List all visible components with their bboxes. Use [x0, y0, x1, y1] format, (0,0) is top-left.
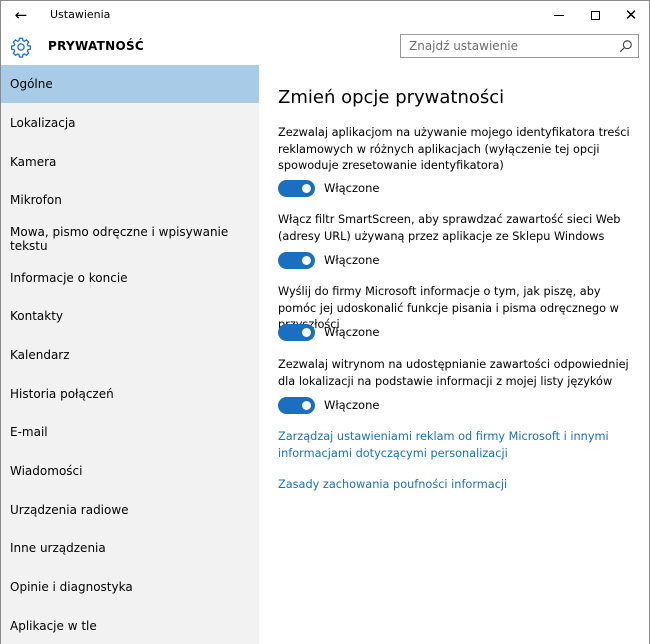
- sidebar-item-kalendarz[interactable]: Kalendarz: [1, 336, 259, 374]
- setting-advertising-id: Włączone: [278, 179, 379, 197]
- sidebar-item-label: Mikrofon: [10, 193, 62, 207]
- settings-window: ← Ustawienia ✕ PRYWATNOŚĆ Znajdź ustawie…: [0, 0, 650, 644]
- gear-icon: [11, 37, 31, 58]
- main-content: Zmień opcje prywatności Zezwalaj aplikac…: [259, 65, 649, 644]
- back-button[interactable]: ←: [7, 3, 35, 27]
- setting-language-list: Włączone: [278, 396, 379, 414]
- sidebar-item-label: Opinie i diagnostyka: [10, 580, 133, 594]
- maximize-icon: [590, 10, 600, 20]
- sidebar-item-label: Mowa, pismo odręczne i wpisywanie tekstu: [10, 225, 229, 253]
- search-box[interactable]: [400, 34, 639, 58]
- sidebar-item-wiadomosci[interactable]: Wiadomości: [1, 452, 259, 490]
- sidebar-item-label: Kontakty: [10, 309, 64, 323]
- toggle-state-label: Włączone: [324, 253, 380, 267]
- toggle-state-label: Włączone: [324, 181, 380, 195]
- sidebar-item-kontakty[interactable]: Kontakty: [1, 297, 259, 335]
- search-input[interactable]: [401, 35, 611, 57]
- setting-smartscreen: Włączone: [278, 251, 379, 269]
- close-icon: ✕: [624, 5, 638, 24]
- content-title: Zmień opcje prywatności: [278, 87, 505, 108]
- sidebar-item-opinie-i-diagnostyka[interactable]: Opinie i diagnostyka: [1, 568, 259, 606]
- back-arrow-icon: ←: [14, 6, 28, 24]
- minimize-button[interactable]: [541, 1, 577, 29]
- toggle-switch-smartscreen[interactable]: [278, 251, 315, 269]
- close-button[interactable]: ✕: [613, 1, 649, 29]
- setting-description-advertising-id: Zezwalaj aplikacjom na używanie mojego i…: [278, 126, 630, 172]
- sidebar: Ogólne Lokalizacja Kamera Mikrofon Mowa,…: [1, 65, 259, 644]
- search-icon[interactable]: [619, 39, 633, 53]
- title-bar: ← Ustawienia ✕: [1, 1, 649, 29]
- sidebar-item-kamera[interactable]: Kamera: [1, 143, 259, 181]
- setting-typing-info: Włączone: [278, 323, 379, 341]
- sidebar-item-label: Kamera: [10, 155, 57, 169]
- sidebar-item-label: Inne urządzenia: [10, 541, 106, 555]
- setting-description-language-list: Zezwalaj witrynom na udostępnianie zawar…: [278, 358, 629, 388]
- sidebar-item-inne-urzadzenia[interactable]: Inne urządzenia: [1, 529, 259, 567]
- sidebar-item-urzadzenia-radiowe[interactable]: Urządzenia radiowe: [1, 491, 259, 529]
- setting-description-smartscreen: Włącz filtr SmartScreen, aby sprawdzać z…: [278, 213, 621, 243]
- toggle-state-label: Włączone: [324, 325, 380, 339]
- page-header: PRYWATNOŚĆ: [1, 29, 649, 65]
- sidebar-item-email[interactable]: E-mail: [1, 413, 259, 451]
- manage-ads-link[interactable]: Zarządzaj ustawieniami reklam od firmy M…: [278, 429, 638, 462]
- sidebar-item-label: Kalendarz: [10, 348, 70, 362]
- toggle-knob: [302, 400, 311, 410]
- sidebar-item-lokalizacja[interactable]: Lokalizacja: [1, 104, 259, 142]
- minimize-icon: [554, 14, 564, 16]
- toggle-knob: [302, 183, 311, 193]
- sidebar-item-mowa[interactable]: Mowa, pismo odręczne i wpisywanie tekstu: [1, 220, 259, 258]
- sidebar-item-label: Aplikacje w tle: [10, 619, 97, 633]
- toggle-knob: [302, 255, 311, 265]
- app-title: Ustawienia: [50, 8, 111, 21]
- sidebar-item-ogolne[interactable]: Ogólne: [1, 65, 259, 103]
- privacy-statement-link[interactable]: Zasady zachowania poufności informacji: [278, 477, 638, 494]
- sidebar-item-informacje-o-koncie[interactable]: Informacje o koncie: [1, 259, 259, 297]
- maximize-button[interactable]: [577, 1, 613, 29]
- page-title: PRYWATNOŚĆ: [48, 39, 144, 53]
- toggle-switch-advertising-id[interactable]: [278, 179, 315, 197]
- sidebar-item-label: Historia połączeń: [10, 387, 114, 401]
- sidebar-item-label: Wiadomości: [10, 464, 83, 478]
- sidebar-item-historia-polaczen[interactable]: Historia połączeń: [1, 375, 259, 413]
- toggle-switch-language-list[interactable]: [278, 396, 315, 414]
- sidebar-item-label: E-mail: [10, 425, 48, 439]
- toggle-knob: [302, 327, 311, 337]
- sidebar-item-label: Lokalizacja: [10, 116, 76, 130]
- sidebar-item-label: Urządzenia radiowe: [10, 503, 129, 517]
- sidebar-item-label: Ogólne: [10, 77, 53, 91]
- sidebar-item-mikrofon[interactable]: Mikrofon: [1, 181, 259, 219]
- sidebar-item-label: Informacje o koncie: [10, 271, 128, 285]
- toggle-switch-typing-info[interactable]: [278, 323, 315, 341]
- toggle-state-label: Włączone: [324, 398, 380, 412]
- sidebar-item-aplikacje-w-tle[interactable]: Aplikacje w tle: [1, 607, 259, 644]
